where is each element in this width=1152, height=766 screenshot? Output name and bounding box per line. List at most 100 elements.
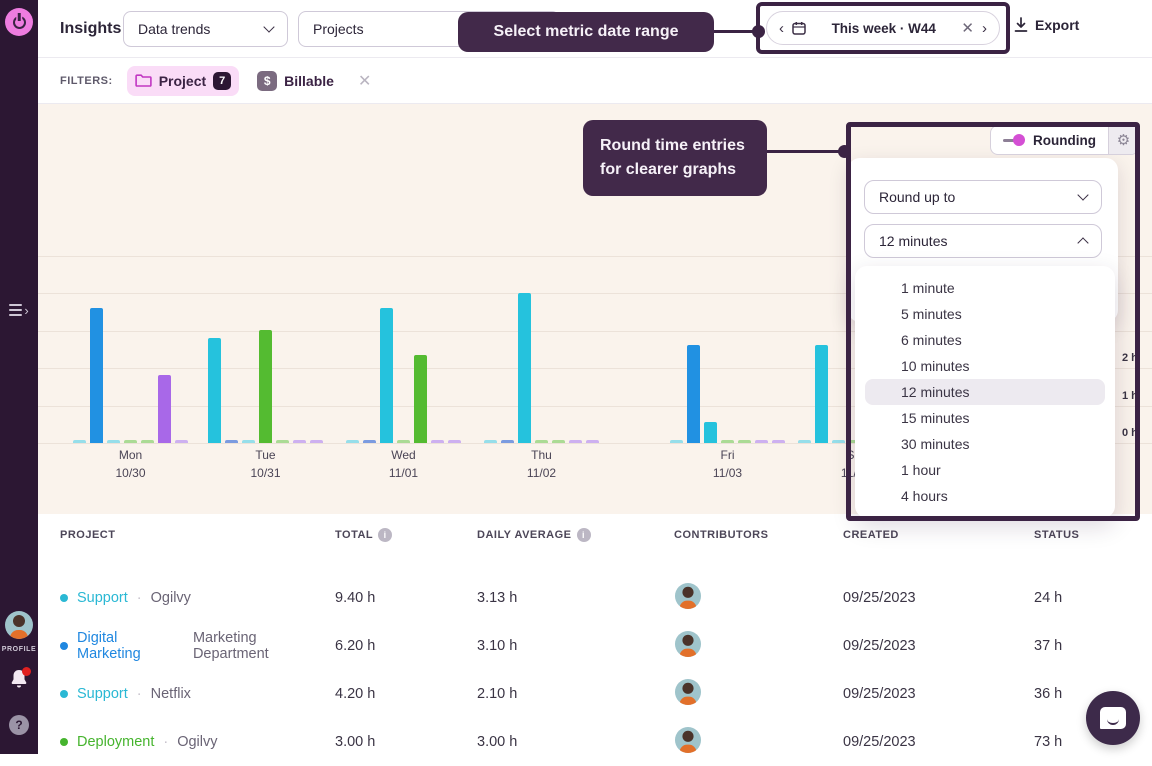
filters-bar: FILTERS: Project 7 $ Billable ✕ [38, 58, 1152, 104]
contributor-avatar[interactable] [675, 679, 701, 705]
bar-mon-blue [90, 308, 103, 443]
total-cell: 4.20 h [335, 686, 477, 702]
rounding-option[interactable]: 6 minutes [865, 327, 1105, 353]
help-button[interactable]: ? [0, 714, 38, 736]
tooltip-connector-dot [838, 145, 851, 158]
export-button[interactable]: Export [1014, 17, 1079, 33]
total-cell: 3.00 h [335, 734, 477, 750]
x-axis-day-label: Mon10/30 [73, 446, 188, 482]
date-range-picker[interactable]: ‹ This week · W44 ✕ › [766, 11, 1000, 45]
x-axis-day-label: Wed11/01 [346, 446, 461, 482]
bar-thu-green_light [535, 440, 548, 443]
contributor-avatar[interactable] [675, 727, 701, 753]
bar-mon-cyan_light [107, 440, 120, 443]
bar-thu-green_light [552, 440, 565, 443]
bar-thu-blue_light [501, 440, 514, 443]
table-row[interactable]: Digital Marketing Marketing Department6.2… [38, 622, 1152, 670]
power-button[interactable] [0, 8, 38, 36]
previous-range-button[interactable]: ‹ [779, 21, 784, 36]
project-name[interactable]: Digital Marketing [77, 630, 184, 662]
project-filter-chip[interactable]: Project 7 [127, 66, 239, 96]
rounding-amount-select[interactable]: 12 minutes [864, 224, 1102, 258]
info-icon[interactable] [577, 528, 591, 542]
bar-mon-purple [158, 375, 171, 443]
bar-fri-cyan_light [670, 440, 683, 443]
total-cell: 6.20 h [335, 638, 477, 654]
gear-icon: ⚙ [1117, 131, 1130, 149]
rounding-option[interactable]: 5 minutes [865, 301, 1105, 327]
rounding-direction-select[interactable]: Round up to [864, 180, 1102, 214]
chevron-down-icon [1077, 189, 1088, 200]
bar-mon-purple_light [175, 440, 188, 443]
next-range-button[interactable]: › [982, 21, 987, 36]
client-name: Netflix [151, 686, 191, 702]
project-name[interactable]: Support [77, 686, 128, 702]
project-cell: Support·Ogilvy [60, 590, 335, 606]
rounding-option[interactable]: 15 minutes [865, 405, 1105, 431]
rounding-option[interactable]: 4 hours [865, 483, 1105, 509]
rounding-option[interactable]: 1 minute [865, 275, 1105, 301]
sidebar: › PROFILE ? [0, 0, 38, 754]
rounding-option[interactable]: 30 minutes [865, 431, 1105, 457]
rounding-option[interactable]: 10 minutes [865, 353, 1105, 379]
bar-fri-green_light [721, 440, 734, 443]
bar-tue-green_light [276, 440, 289, 443]
contributor-avatar[interactable] [675, 631, 701, 657]
info-icon[interactable] [378, 528, 392, 542]
project-cell: Support · Netflix [60, 686, 335, 702]
contributors-cell [674, 678, 843, 710]
client-name: Ogilvy [177, 734, 217, 750]
rounding-amount-value: 12 minutes [879, 233, 1079, 249]
bar-tue-purple_light [293, 440, 306, 443]
chevron-down-icon [263, 21, 274, 32]
created-cell: 09/25/2023 [843, 734, 1034, 750]
tooltip-connector-dot [752, 25, 765, 38]
folder-icon [135, 73, 152, 88]
chat-launcher-button[interactable] [1086, 691, 1140, 745]
rounding-toggle[interactable]: Rounding [991, 126, 1108, 154]
bar-mon-green_light [141, 440, 154, 443]
bar-tue-purple_light [310, 440, 323, 443]
y-axis-tick-label: 1 h [1122, 390, 1138, 402]
rounding-option[interactable]: 12 minutes [865, 379, 1105, 405]
bar-mon-green_light [124, 440, 137, 443]
contributors-cell [674, 726, 843, 758]
clear-filters-icon[interactable]: ✕ [358, 71, 371, 91]
notification-badge [22, 667, 31, 676]
rounding-control: Rounding ⚙ [990, 125, 1139, 155]
contributor-avatar[interactable] [675, 583, 701, 609]
rounding-option[interactable]: 1 hour [865, 457, 1105, 483]
rounding-tooltip-line2: for clearer graphs [600, 158, 767, 182]
profile-button[interactable] [0, 610, 38, 640]
table-row[interactable]: Support·Ogilvy9.40 h3.13 h09/25/202324 h [38, 574, 1152, 622]
billable-filter-chip[interactable]: $ Billable [253, 65, 338, 97]
notifications-button[interactable] [0, 666, 38, 692]
project-name[interactable]: Deployment [77, 734, 154, 750]
total-cell: 9.40 h [335, 590, 477, 606]
project-name[interactable]: Support [77, 590, 128, 606]
rounding-label: Rounding [1033, 133, 1096, 148]
table-header-row: PROJECTTOTALDAILY AVERAGECONTRIBUTORSCRE… [38, 528, 1152, 542]
avatar [5, 611, 33, 639]
bar-fri-purple_light [772, 440, 785, 443]
profile-label: PROFILE [0, 644, 38, 654]
metric-type-select[interactable]: Data trends [123, 11, 288, 47]
clear-date-icon[interactable]: ✕ [961, 21, 974, 36]
bar-sat-cyan_light [798, 440, 811, 443]
bar-sat-cyan [815, 345, 828, 443]
contributors-cell [674, 630, 843, 662]
client-name: Marketing Department [193, 630, 335, 662]
date-range-tooltip: Select metric date range [458, 12, 714, 52]
table-row[interactable]: Support·Netflix4.20 h2.10 h09/25/202336 … [38, 670, 1152, 718]
table-row[interactable]: Deployment·Ogilvy3.00 h3.00 h09/25/20237… [38, 718, 1152, 766]
separator-dot: · [137, 686, 142, 702]
rounding-tooltip: Round time entries for clearer graphs [583, 120, 767, 196]
client-name: Ogilvy [151, 590, 191, 606]
y-axis-tick-label: 2 h [1122, 352, 1138, 364]
created-cell: 09/25/2023 [843, 638, 1034, 654]
bar-fri-purple_light [755, 440, 768, 443]
project-cell: Deployment·Ogilvy [60, 734, 335, 750]
rounding-settings-button[interactable]: ⚙ [1108, 126, 1138, 154]
dollar-icon: $ [257, 71, 277, 91]
expand-sidebar-button[interactable]: › [0, 300, 38, 320]
